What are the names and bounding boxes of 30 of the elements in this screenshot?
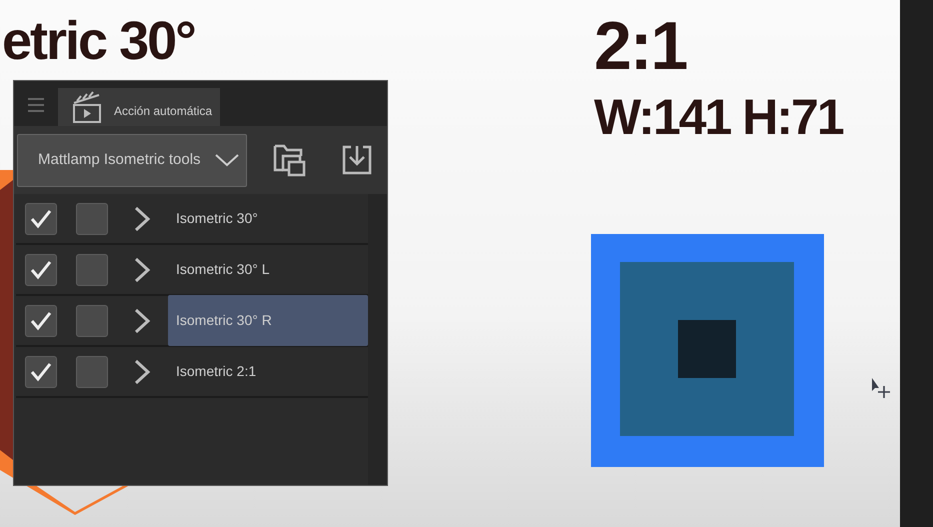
ratio-heading: 2:1 <box>594 12 686 80</box>
action-item[interactable]: Isometric 30° R <box>168 295 368 346</box>
chevron-down-icon <box>214 153 240 167</box>
action-item[interactable]: Isometric 30° L <box>168 244 368 295</box>
dimensions-text: W:141 H:71 <box>594 92 843 142</box>
checkmark-icon <box>30 310 52 330</box>
dialog-toggle[interactable] <box>76 202 108 234</box>
dialog-toggle[interactable] <box>76 254 108 286</box>
folder-icon[interactable] <box>273 142 307 178</box>
action-item[interactable]: Isometric 30° <box>168 193 368 244</box>
heading: etric 30° <box>2 14 195 68</box>
checkbox[interactable] <box>25 254 57 286</box>
action-item[interactable]: Isometric 2:1 <box>168 346 368 397</box>
expand-chevron-icon[interactable] <box>132 358 152 384</box>
expand-chevron-icon[interactable] <box>132 256 152 282</box>
checkbox[interactable] <box>25 356 57 388</box>
checkbox[interactable] <box>25 304 57 336</box>
menu-icon[interactable] <box>28 98 44 112</box>
checkmark-icon <box>30 208 52 228</box>
checkmark-icon <box>30 260 52 280</box>
checkbox[interactable] <box>25 202 57 234</box>
clapperboard-icon <box>72 91 102 123</box>
import-icon[interactable] <box>341 144 373 176</box>
checkmark-icon <box>30 362 52 382</box>
dialog-toggle[interactable] <box>76 304 108 336</box>
expand-chevron-icon[interactable] <box>132 206 152 232</box>
expand-chevron-icon[interactable] <box>132 308 152 334</box>
set-dropdown[interactable]: Mattlamp Isometric tools <box>17 134 247 186</box>
dialog-toggle[interactable] <box>76 356 108 388</box>
panel-tab[interactable]: Acción automática <box>58 88 220 126</box>
